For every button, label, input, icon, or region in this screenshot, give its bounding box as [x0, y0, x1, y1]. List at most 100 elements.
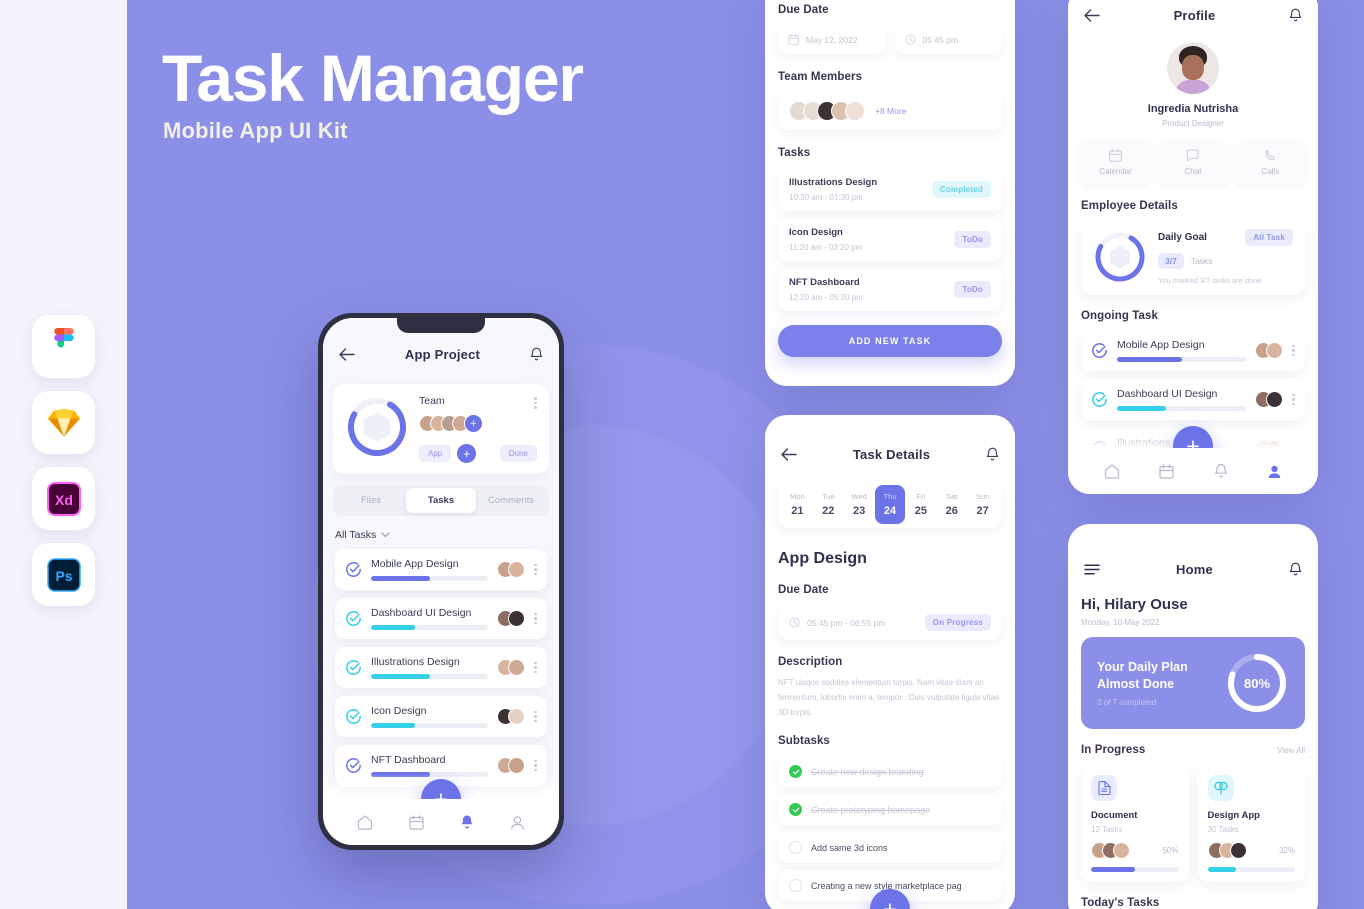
action-chat[interactable]: Chat — [1158, 140, 1228, 185]
task-avatars[interactable] — [497, 561, 525, 578]
day-cell[interactable]: Sat 26 — [936, 485, 967, 524]
task-row[interactable]: Dashboard UI Design — [335, 598, 547, 639]
avatar — [508, 610, 525, 627]
subtask-row[interactable]: Add same 3d icons — [778, 832, 1002, 864]
bell-icon[interactable] — [1289, 8, 1302, 23]
task-row[interactable]: Icon Design 11:20 am - 03:20 pm ToDo — [778, 218, 1002, 261]
tag-app[interactable]: App — [419, 445, 452, 462]
task-menu[interactable] — [534, 710, 537, 723]
bell-icon[interactable] — [460, 814, 474, 830]
task-avatars[interactable] — [497, 610, 525, 627]
card-avatars[interactable] — [1091, 842, 1130, 859]
task-row[interactable]: NFT Dashboard 12:20 am - 05:20 pm ToDo — [778, 268, 1002, 311]
back-arrow-icon[interactable] — [781, 447, 797, 461]
bell-icon[interactable] — [986, 447, 999, 462]
task-avatars[interactable] — [1255, 342, 1283, 359]
due-date-field[interactable]: May 12, 2022 — [778, 25, 886, 54]
team-avatars[interactable] — [419, 415, 469, 432]
task-avatars[interactable] — [497, 708, 525, 725]
current-date: Monday, 10 May 2022 — [1081, 618, 1160, 627]
task-progress-bar — [371, 723, 488, 728]
hamburger-menu-icon[interactable] — [1084, 563, 1100, 575]
bell-icon[interactable] — [1289, 562, 1302, 577]
action-label: Calls — [1261, 167, 1280, 176]
day-cell[interactable]: Wed 23 — [844, 485, 875, 524]
subtask-checkbox[interactable] — [789, 803, 802, 817]
bell-icon[interactable] — [1214, 463, 1228, 479]
chevron-down-icon[interactable] — [381, 532, 390, 538]
task-row[interactable]: Illustrations Design 10:30 am - 01:30 pm… — [778, 168, 1002, 211]
calendar-icon[interactable] — [409, 814, 424, 830]
subtask-checkbox[interactable] — [789, 879, 802, 893]
action-calendar[interactable]: Calendar — [1081, 140, 1151, 185]
day-cell[interactable]: Thu 24 — [874, 485, 906, 524]
daily-plan-card[interactable]: Your Daily Plan Almost Done 3 of 7 comple… — [1081, 637, 1305, 729]
task-avatars[interactable] — [1255, 391, 1283, 408]
team-members-label: Team Members — [778, 71, 863, 83]
task-row[interactable]: Mobile App Design — [335, 549, 547, 590]
due-time-row: 05:45 pm - 06:55 pm On Progress — [778, 605, 1002, 640]
sketch-icon[interactable] — [32, 391, 95, 454]
action-calls[interactable]: Calls — [1235, 140, 1305, 185]
task-avatars[interactable] — [497, 757, 525, 774]
avatar — [1229, 842, 1247, 859]
day-date: 25 — [914, 505, 927, 517]
calendar-icon — [788, 34, 799, 45]
tab-tasks[interactable]: Tasks — [406, 488, 476, 513]
task-row[interactable]: Mobile App Design — [1081, 330, 1305, 371]
status-badge: On Progress — [924, 614, 991, 631]
view-all-link[interactable]: View All — [1277, 746, 1305, 755]
figma-icon[interactable] — [32, 315, 95, 378]
profile-icon[interactable] — [510, 815, 525, 830]
subtask-checkbox[interactable] — [789, 765, 802, 779]
subtask-row[interactable]: Create new design branding — [778, 756, 1002, 788]
home-icon[interactable] — [1104, 463, 1120, 479]
day-cell[interactable]: Tue 22 — [813, 485, 844, 524]
screen-title: App Project — [404, 346, 481, 362]
task-row[interactable]: Illustrations Design — [335, 647, 547, 688]
back-arrow-icon[interactable] — [1084, 8, 1100, 22]
progress-card[interactable]: Document 12 Tasks 50% — [1081, 765, 1189, 882]
card-avatars[interactable] — [1207, 842, 1247, 859]
task-menu[interactable] — [1292, 344, 1295, 357]
progress-card[interactable]: Design App 30 Tasks 32% — [1197, 765, 1305, 882]
tab-files[interactable]: Files — [336, 488, 406, 513]
day-cell[interactable]: Mon 21 — [782, 485, 813, 524]
task-row[interactable]: Icon Design — [335, 696, 547, 737]
tab-comments[interactable]: Comments — [476, 488, 546, 513]
profile-icon[interactable] — [1267, 464, 1282, 479]
profile-phone: Profile Ingredia Nutrisha Product Design… — [1068, 0, 1318, 494]
action-label: Chat — [1184, 167, 1202, 176]
avatar — [508, 561, 525, 578]
all-task-badge[interactable]: All Task — [1245, 229, 1293, 246]
day-cell[interactable]: Sun 27 — [967, 485, 998, 524]
home-icon[interactable] — [357, 814, 373, 830]
subtask-checkbox[interactable] — [789, 841, 802, 855]
plan-subtitle: 3 of 7 completed — [1097, 697, 1157, 707]
adobe-xd-icon[interactable]: Xd — [32, 467, 95, 530]
task-name: Icon Design — [371, 705, 427, 717]
task-menu[interactable] — [534, 759, 537, 772]
subtask-row[interactable]: Create prototyping homepage — [778, 794, 1002, 826]
task-avatars[interactable] — [497, 659, 525, 676]
calendar-icon[interactable] — [1159, 463, 1174, 479]
due-time-field[interactable]: 05:45 pm — [894, 25, 1002, 54]
back-arrow-icon[interactable] — [339, 347, 355, 361]
task-progress-fill — [1117, 357, 1182, 362]
bell-icon[interactable] — [530, 347, 543, 362]
add-new-task-button[interactable]: ADD NEW TASK — [778, 325, 1002, 357]
task-row[interactable]: Dashboard UI Design — [1081, 379, 1305, 420]
more-members-link[interactable]: +8 More — [875, 106, 906, 116]
due-time-value: 05:45 pm - 06:55 pm — [807, 617, 886, 628]
task-menu[interactable] — [1292, 393, 1295, 406]
add-member-button[interactable]: + — [464, 414, 483, 433]
task-menu[interactable] — [534, 563, 537, 576]
task-menu[interactable] — [534, 612, 537, 625]
day-cell[interactable]: Fri 25 — [905, 485, 936, 524]
member-avatars[interactable] — [789, 101, 865, 121]
task-check-icon — [346, 562, 361, 577]
team-card-menu[interactable] — [534, 397, 537, 409]
add-tag-button[interactable]: + — [457, 444, 477, 463]
photoshop-icon[interactable]: Ps — [32, 543, 95, 606]
task-menu[interactable] — [534, 661, 537, 674]
